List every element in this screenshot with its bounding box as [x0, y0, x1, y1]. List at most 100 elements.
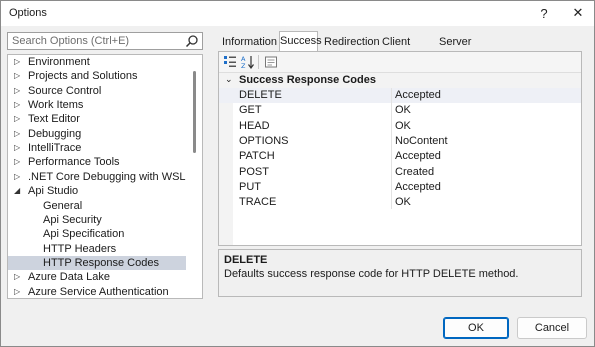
category-row[interactable]: ⌄ Success Response Codes — [219, 73, 581, 88]
description-title: DELETE — [224, 254, 268, 266]
property-toolbar: A Z — [219, 52, 581, 73]
tree-item-label: General — [43, 199, 83, 212]
categorized-view-icon[interactable] — [222, 54, 238, 70]
tree-item-label: Api Security — [43, 213, 102, 226]
category-label: Success Response Codes — [239, 74, 376, 86]
expand-arrow-icon[interactable]: ▷ — [14, 98, 20, 112]
property-row[interactable]: PUT Accepted — [219, 180, 581, 195]
property-name: POST — [239, 165, 269, 178]
tree-item[interactable]: ▷ Azure Service Authentication — [8, 285, 186, 298]
property-row[interactable]: OPTIONS NoContent — [219, 134, 581, 149]
tree-item[interactable]: ▷ Environment — [8, 55, 186, 69]
description-text: Defaults success response code for HTTP … — [224, 268, 519, 280]
toolbar-separator — [258, 55, 259, 69]
tree-item-label: Performance Tools — [28, 156, 120, 169]
tree-item[interactable]: Api Security — [8, 213, 186, 227]
property-row[interactable]: DELETE Accepted — [219, 88, 581, 103]
property-value[interactable]: Accepted — [395, 88, 441, 103]
property-value[interactable]: OK — [395, 103, 411, 118]
options-dialog: Options ? ✕ ▷ Environment ▷ Projects and So… — [0, 0, 595, 347]
tree-item-label: Api Specification — [43, 228, 125, 241]
svg-text:Z: Z — [241, 62, 246, 69]
property-row[interactable]: HEAD OK — [219, 119, 581, 134]
collapse-chevron-icon[interactable]: ⌄ — [225, 74, 233, 85]
tree-item[interactable]: ▷ Projects and Solutions — [8, 69, 186, 83]
tree-item[interactable]: ◢ Api Studio — [8, 184, 186, 198]
expand-arrow-icon[interactable]: ▷ — [14, 285, 20, 298]
expand-arrow-icon[interactable]: ▷ — [14, 270, 20, 284]
tree-item-label: .NET Core Debugging with WSL — [28, 170, 186, 183]
expand-arrow-icon[interactable]: ▷ — [14, 155, 20, 169]
search-input[interactable] — [8, 33, 182, 49]
options-tree: ▷ Environment ▷ Projects and Solutions ▷ Sour… — [7, 54, 203, 299]
ok-button[interactable]: OK — [443, 317, 509, 339]
expand-arrow-icon[interactable]: ▷ — [14, 141, 20, 155]
property-name: DELETE — [239, 89, 282, 101]
search-icon[interactable] — [185, 34, 199, 48]
tree-item[interactable]: ▷ IntelliTrace — [8, 141, 186, 155]
collapse-arrow-icon[interactable]: ◢ — [14, 184, 20, 198]
tree-item[interactable]: ▷ .NET Core Debugging with WSL — [8, 170, 186, 184]
expand-arrow-icon[interactable]: ▷ — [14, 127, 20, 141]
tab-information[interactable]: Information — [222, 34, 277, 50]
tree-item[interactable]: ▷ Azure Data Lake — [8, 270, 186, 284]
help-button[interactable]: ? — [528, 2, 560, 24]
tree-item[interactable]: General — [8, 199, 186, 213]
description-panel: DELETE Defaults success response code fo… — [218, 249, 582, 297]
tree-item-label: HTTP Headers — [43, 242, 117, 255]
tree-item[interactable]: ▷ Text Editor — [8, 112, 186, 126]
property-name: OPTIONS — [239, 134, 289, 147]
expand-arrow-icon[interactable]: ▷ — [14, 55, 20, 69]
tab-client-error[interactable]: Client Error — [382, 34, 410, 64]
property-name: TRACE — [239, 196, 277, 209]
expand-arrow-icon[interactable]: ▷ — [14, 84, 20, 98]
tree-scrollbar-thumb[interactable] — [193, 71, 196, 153]
tree-item-label: Azure Service Authentication — [28, 285, 169, 298]
property-name: PATCH — [239, 150, 275, 163]
tree-item[interactable]: ▷ Source Control — [8, 84, 186, 98]
property-value[interactable]: Accepted — [395, 180, 441, 195]
tab-success[interactable]: Success — [279, 31, 322, 52]
tree-item-label: Projects and Solutions — [28, 70, 138, 83]
property-value[interactable]: OK — [395, 195, 411, 210]
property-row[interactable]: TRACE OK — [219, 195, 581, 210]
expand-arrow-icon[interactable]: ▷ — [14, 69, 20, 83]
tree-item[interactable]: Api Specification — [8, 227, 186, 241]
property-value[interactable]: NoContent — [395, 134, 448, 149]
tree-item-label: Text Editor — [28, 113, 80, 126]
tree-item-label: Api Studio — [28, 185, 79, 198]
tree-item-label: Work Items — [28, 99, 84, 112]
property-value[interactable]: Accepted — [395, 149, 441, 164]
property-name: GET — [239, 104, 262, 117]
tree-item[interactable]: ▷ Debugging — [8, 127, 186, 141]
property-value[interactable]: OK — [395, 119, 411, 134]
title-bar: Options ? ✕ — [1, 1, 594, 26]
property-row[interactable]: PATCH Accepted — [219, 149, 581, 164]
property-name: PUT — [239, 180, 261, 193]
tree-item-label: Debugging — [28, 127, 82, 140]
tree-item-label: Environment — [28, 56, 90, 68]
property-value[interactable]: Created — [395, 165, 434, 180]
cancel-button[interactable]: Cancel — [517, 317, 587, 339]
tree-item-label: HTTP Response Codes — [43, 256, 159, 269]
tree-item-label: IntelliTrace — [28, 142, 82, 155]
expand-arrow-icon[interactable]: ▷ — [14, 170, 20, 184]
property-grid: A Z ⌄ Success Response Codes DELETE Acce… — [218, 51, 582, 246]
tree-item[interactable]: ▷ Work Items — [8, 98, 186, 112]
expand-arrow-icon[interactable]: ▷ — [14, 112, 20, 126]
column-splitter[interactable] — [391, 88, 392, 209]
tab-redirection[interactable]: Redirection — [324, 34, 380, 50]
property-pages-icon[interactable] — [263, 54, 279, 70]
property-name: HEAD — [239, 119, 270, 132]
property-row[interactable]: GET OK — [219, 103, 581, 118]
dialog-title: Options — [9, 7, 47, 19]
tree-item[interactable]: ▷ Performance Tools — [8, 155, 186, 169]
sort-alphabetical-icon[interactable]: A Z — [240, 54, 256, 70]
tree-item[interactable]: HTTP Headers — [8, 242, 186, 256]
tab-server-error[interactable]: Server Error — [439, 34, 471, 64]
close-button[interactable]: ✕ — [562, 2, 594, 24]
tree-item-label: Source Control — [28, 84, 102, 97]
tree-item[interactable]: HTTP Response Codes — [8, 255, 186, 270]
property-row[interactable]: POST Created — [219, 165, 581, 180]
search-box[interactable] — [7, 32, 203, 50]
